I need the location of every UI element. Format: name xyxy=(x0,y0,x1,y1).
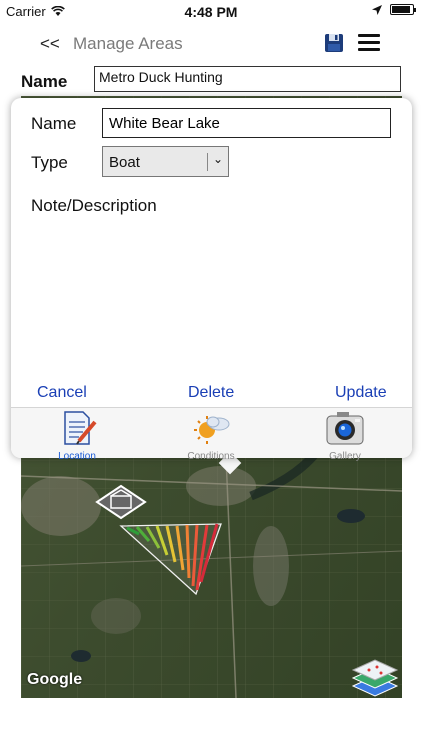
save-icon[interactable] xyxy=(324,33,344,53)
type-select[interactable]: Boat ⌄ xyxy=(102,146,229,177)
navigation-bar: << Manage Areas xyxy=(0,24,422,64)
tab-conditions[interactable]: Conditions xyxy=(166,410,256,462)
cancel-button[interactable]: Cancel xyxy=(37,384,87,402)
note-description-label: Note/Description xyxy=(31,196,157,215)
tab-location-label: Location xyxy=(58,451,96,462)
tab-bar: Location Conditions Gallery xyxy=(11,407,412,462)
name-input[interactable] xyxy=(102,108,391,138)
back-button[interactable]: << xyxy=(40,34,60,54)
tab-location[interactable]: Location xyxy=(32,410,122,462)
battery-icon xyxy=(390,4,416,15)
area-name-label: Name xyxy=(21,72,68,91)
status-time: 4:48 PM xyxy=(184,4,238,20)
area-name-field[interactable]: Metro Duck Hunting xyxy=(94,66,401,92)
menu-icon[interactable] xyxy=(358,34,380,52)
update-button[interactable]: Update xyxy=(335,384,387,402)
location-notepad-icon xyxy=(64,411,97,445)
google-attribution: Google xyxy=(27,671,83,688)
status-bar: Carrier 4:48 PM xyxy=(0,0,422,22)
page-title: Manage Areas xyxy=(73,34,183,53)
type-select-value: Boat xyxy=(109,154,140,171)
tab-conditions-label: Conditions xyxy=(187,451,235,462)
chevron-down-icon: ⌄ xyxy=(212,152,223,166)
area-edit-popover: Name Type Boat ⌄ Note/Description Cancel… xyxy=(11,98,412,462)
name-label: Name xyxy=(31,114,77,133)
battery-fill xyxy=(392,6,410,13)
tab-gallery[interactable]: Gallery xyxy=(300,410,390,462)
weather-conditions-icon xyxy=(194,416,230,444)
tab-gallery-label: Gallery xyxy=(329,451,361,462)
delete-button[interactable]: Delete xyxy=(188,384,234,402)
camera-icon xyxy=(326,412,364,445)
type-label: Type xyxy=(31,153,68,172)
location-arrow-icon xyxy=(372,4,382,15)
